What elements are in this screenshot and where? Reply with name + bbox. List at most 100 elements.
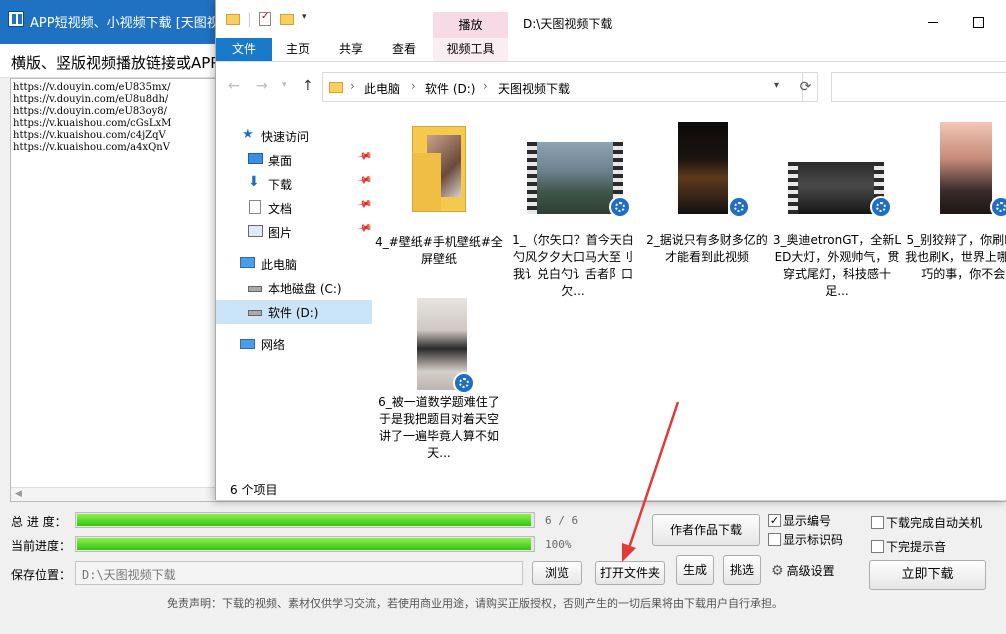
nav-pictures[interactable]: 图片 📌 <box>216 220 372 244</box>
search-input[interactable] <box>831 72 1006 102</box>
drive-icon <box>248 310 262 316</box>
file-name: 6_被一道数学题难住了于是我把题目对着天空讲了一遍毕竟人算不如天... <box>378 395 500 460</box>
save-path-field[interactable]: D:\天图视频下载 <box>75 561 523 585</box>
nav-network[interactable]: 网络 <box>216 332 372 356</box>
current-progress-label: 当前进度： <box>11 539 72 553</box>
save-location-label: 保存位置： <box>11 568 72 582</box>
film-strip <box>527 142 537 214</box>
no-prompt-box[interactable] <box>871 540 884 553</box>
minimize-icon[interactable] <box>916 12 956 32</box>
download-now-button[interactable]: 立即下载 <box>869 560 986 590</box>
file-item[interactable]: 6_被一道数学题难住了于是我把题目对着天空讲了一遍毕竟人算不如天... <box>374 298 504 473</box>
tab-view[interactable]: 查看 <box>386 38 422 61</box>
file-name: 2_据说只有多财多亿的才能看到此视频 <box>646 233 768 264</box>
document-icon <box>249 200 261 214</box>
separator <box>249 13 250 27</box>
breadcrumb-folder[interactable]: 天图视频下载 <box>498 80 570 97</box>
advanced-settings-label: 高级设置 <box>786 564 835 578</box>
breadcrumb-separator-icon[interactable]: › <box>350 79 355 93</box>
show-number-box[interactable]: ✓ <box>768 514 781 527</box>
up-arrow-icon[interactable]: ↑ <box>302 78 314 94</box>
file-name: 4_#壁纸#手机壁纸#全屏壁纸 <box>375 235 503 266</box>
show-watermark-checkbox[interactable]: 显示标识码 <box>768 531 843 548</box>
link-line: https://v.kuaishou.com/a4xQnV <box>13 142 170 153</box>
scroll-left-icon[interactable]: ◀ <box>15 489 22 499</box>
properties-icon[interactable] <box>259 11 271 26</box>
file-item[interactable]: 5_别狡辩了，你刷KS，我也刷K，世界上哪有这巧的事，你不会... <box>904 122 1006 297</box>
computer-icon <box>240 257 255 268</box>
video-player-badge-icon <box>728 196 750 218</box>
total-progress-value: 6 / 6 <box>545 514 579 527</box>
pin-icon[interactable]: 📌 <box>356 172 373 188</box>
ribbon-tabs: 文件 主页 共享 查看 视频工具 <box>216 38 1006 62</box>
browse-button[interactable]: 浏览 <box>532 561 582 585</box>
auto-shutdown-label: 下载完成自动关机 <box>886 516 983 530</box>
file-name: 3_奥迪etronGT，全新LED大灯，外观帅气，贯穿式尾灯，科技感十足... <box>772 233 902 298</box>
generate-button[interactable]: 生成 <box>676 555 714 585</box>
nav-this-pc[interactable]: 此电脑 <box>216 252 372 276</box>
network-icon <box>240 339 255 349</box>
nav-downloads[interactable]: ⬇ 下载 📌 <box>216 172 372 196</box>
desktop-icon <box>248 153 263 164</box>
file-name: 1_（尔矢口？首今天白勺风夕夕大口马大至刂我讠兑白勺讠舌者阝口欠... <box>512 233 634 298</box>
explorer-titlebar: ▾ 播放 D:\天图视频下载 <box>216 0 1006 38</box>
status-bar: 6 个项目 <box>216 476 1006 500</box>
video-thumbnail <box>940 122 992 214</box>
nav-local-disk-c[interactable]: 本地磁盘 (C:) <box>216 276 372 300</box>
video-player-badge-icon <box>453 372 475 394</box>
address-dropdown-icon[interactable]: ▾ <box>774 80 779 91</box>
auto-shutdown-checkbox[interactable]: 下载完成自动关机 <box>871 514 982 531</box>
pin-icon[interactable]: 📌 <box>356 148 373 164</box>
pin-icon[interactable]: 📌 <box>356 220 373 236</box>
folder-icon <box>412 126 466 212</box>
recent-locations-icon[interactable]: ▾ <box>282 80 287 90</box>
no-prompt-label: 下完提示音 <box>886 540 947 554</box>
auto-shutdown-box[interactable] <box>871 516 884 529</box>
file-item[interactable]: 3_奥迪etronGT，全新LED大灯，外观帅气，贯穿式尾灯，科技感十足... <box>772 122 902 298</box>
file-item[interactable]: 4_#壁纸#手机壁纸#全屏壁纸 <box>374 122 504 266</box>
total-progress-bar <box>75 512 535 528</box>
tab-home[interactable]: 主页 <box>280 38 316 61</box>
file-item[interactable]: 2_据说只有多财多亿的才能看到此视频 <box>642 122 772 282</box>
maximize-icon[interactable] <box>966 12 1006 32</box>
app-title: APP短视频、小视频下载 [天图视频 <box>30 16 233 31</box>
back-arrow-icon[interactable]: ← <box>228 78 240 94</box>
pick-button[interactable]: 挑选 <box>723 555 761 585</box>
nav-documents[interactable]: 文档 📌 <box>216 196 372 220</box>
link-line: https://v.douyin.com/eU83oy8/ <box>13 106 168 117</box>
disclaimer: 免责声明：下载的视频、素材仅供学习交流，若使用商业用途，请购买正版授权，否则产生… <box>167 597 783 610</box>
no-prompt-checkbox[interactable]: 下完提示音 <box>871 538 946 555</box>
tab-share[interactable]: 共享 <box>333 38 369 61</box>
nav-quick-access[interactable]: ★ 快速访问 <box>216 124 372 148</box>
advanced-settings[interactable]: ⚙ 高级设置 <box>771 562 835 579</box>
file-item[interactable]: 1_（尔矢口？首今天白勺风夕夕大口马大至刂我讠兑白勺讠舌者阝口欠... <box>508 122 638 298</box>
customize-toolbar-icon[interactable]: ▾ <box>302 12 307 22</box>
open-folder-button[interactable]: 打开文件夹 <box>595 561 665 585</box>
new-folder-icon[interactable] <box>280 14 294 25</box>
refresh-icon[interactable]: ⟳ <box>794 72 818 102</box>
forward-arrow-icon[interactable]: → <box>256 78 268 94</box>
video-player-badge-icon <box>870 196 892 218</box>
item-count: 6 个项目 <box>230 483 278 497</box>
window-title: D:\天图视频下载 <box>523 17 613 31</box>
breadcrumb-separator-icon[interactable]: › <box>483 79 488 93</box>
breadcrumb-this-pc[interactable]: 此电脑 <box>364 80 400 97</box>
file-list: 4_#壁纸#手机壁纸#全屏壁纸 1_（尔矢口？首今天白勺风夕夕大口马大至刂我讠兑… <box>372 110 1006 476</box>
link-input-caption: 横版、竖版视频播放链接或APP <box>11 54 220 72</box>
nav-drive-d[interactable]: 软件 (D:) <box>216 300 372 324</box>
download-arrow-icon: ⬇ <box>248 174 260 190</box>
breadcrumb-drive-d[interactable]: 软件 (D:) <box>425 80 475 97</box>
author-works-download-button[interactable]: 作者作品下载 <box>652 514 760 546</box>
context-tab-play[interactable]: 播放 <box>433 12 508 38</box>
pin-icon[interactable]: 📌 <box>356 196 373 212</box>
tab-file[interactable]: 文件 <box>216 38 272 61</box>
show-watermark-box[interactable] <box>768 533 781 546</box>
nav-desktop[interactable]: 桌面 📌 <box>216 148 372 172</box>
address-bar[interactable]: › 此电脑 › 软件 (D:) › 天图视频下载 ▾ <box>322 72 803 102</box>
link-line: https://v.douyin.com/eU8u8dh/ <box>13 94 169 105</box>
breadcrumb-separator-icon[interactable]: › <box>411 79 416 93</box>
show-number-checkbox[interactable]: ✓ 显示编号 <box>768 512 831 529</box>
show-watermark-label: 显示标识码 <box>783 533 844 547</box>
total-progress-fill <box>77 514 531 526</box>
tab-video-tools[interactable]: 视频工具 <box>433 38 508 61</box>
